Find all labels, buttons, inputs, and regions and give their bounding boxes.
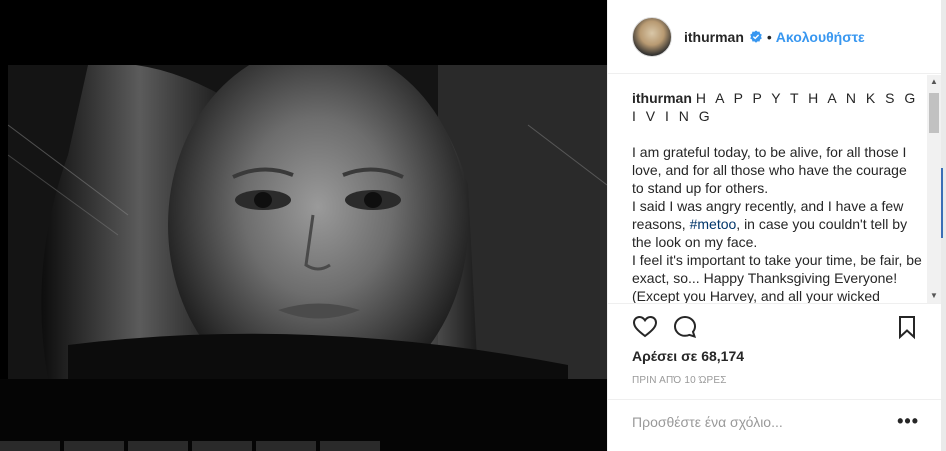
caption-line: I said I was angry recently, and I have … [632,198,908,250]
comments-scrollbar[interactable]: ▲ ▼ [927,75,941,303]
post-actions: Αρέσει σε 68,174 ΠΡΙΝ ΑΠΌ 10 ΏΡΕΣ [608,303,941,411]
separator-dot: • [766,28,772,45]
caption-username[interactable]: ithurman [632,90,692,106]
comments-area[interactable]: ithurman H A P P Y T H A N K S G I V I N … [608,75,941,303]
post-sidebar: ithurman • Ακολουθήστε ithurman H A P P Y… [607,0,941,451]
comment-bubble-icon[interactable] [672,314,698,340]
heart-icon[interactable] [632,314,658,340]
bookmark-icon[interactable] [894,314,920,340]
caption-line: I am grateful today, to be alive, for al… [632,144,907,196]
letterbox-top [0,0,607,65]
follow-button[interactable]: Ακολουθήστε [776,29,865,45]
comment-input[interactable] [632,412,882,432]
post-timestamp[interactable]: ΠΡΙΝ ΑΠΌ 10 ΏΡΕΣ [632,375,727,386]
post-media[interactable] [0,0,607,451]
scroll-up-arrow-icon[interactable]: ▲ [927,75,941,89]
verified-badge-icon [750,29,762,43]
caption-line: I feel it's important to take your time,… [632,252,922,303]
add-comment-bar: ••• [608,399,941,451]
scroll-down-arrow-icon[interactable]: ▼ [927,289,941,303]
post-header: ithurman • Ακολουθήστε [608,0,941,74]
scroll-thumb[interactable] [929,93,939,133]
likes-count[interactable]: Αρέσει σε 68,174 [632,348,744,364]
username-link[interactable]: ithurman [684,29,744,45]
post-photo[interactable] [8,65,607,379]
post-caption: ithurman H A P P Y T H A N K S G I V I N … [608,75,940,303]
action-icons [608,304,941,350]
hashtag-link[interactable]: #metoo [690,216,737,232]
background-thumbnails [0,441,607,451]
ellipsis-icon[interactable]: ••• [897,412,919,430]
avatar[interactable] [632,16,672,57]
